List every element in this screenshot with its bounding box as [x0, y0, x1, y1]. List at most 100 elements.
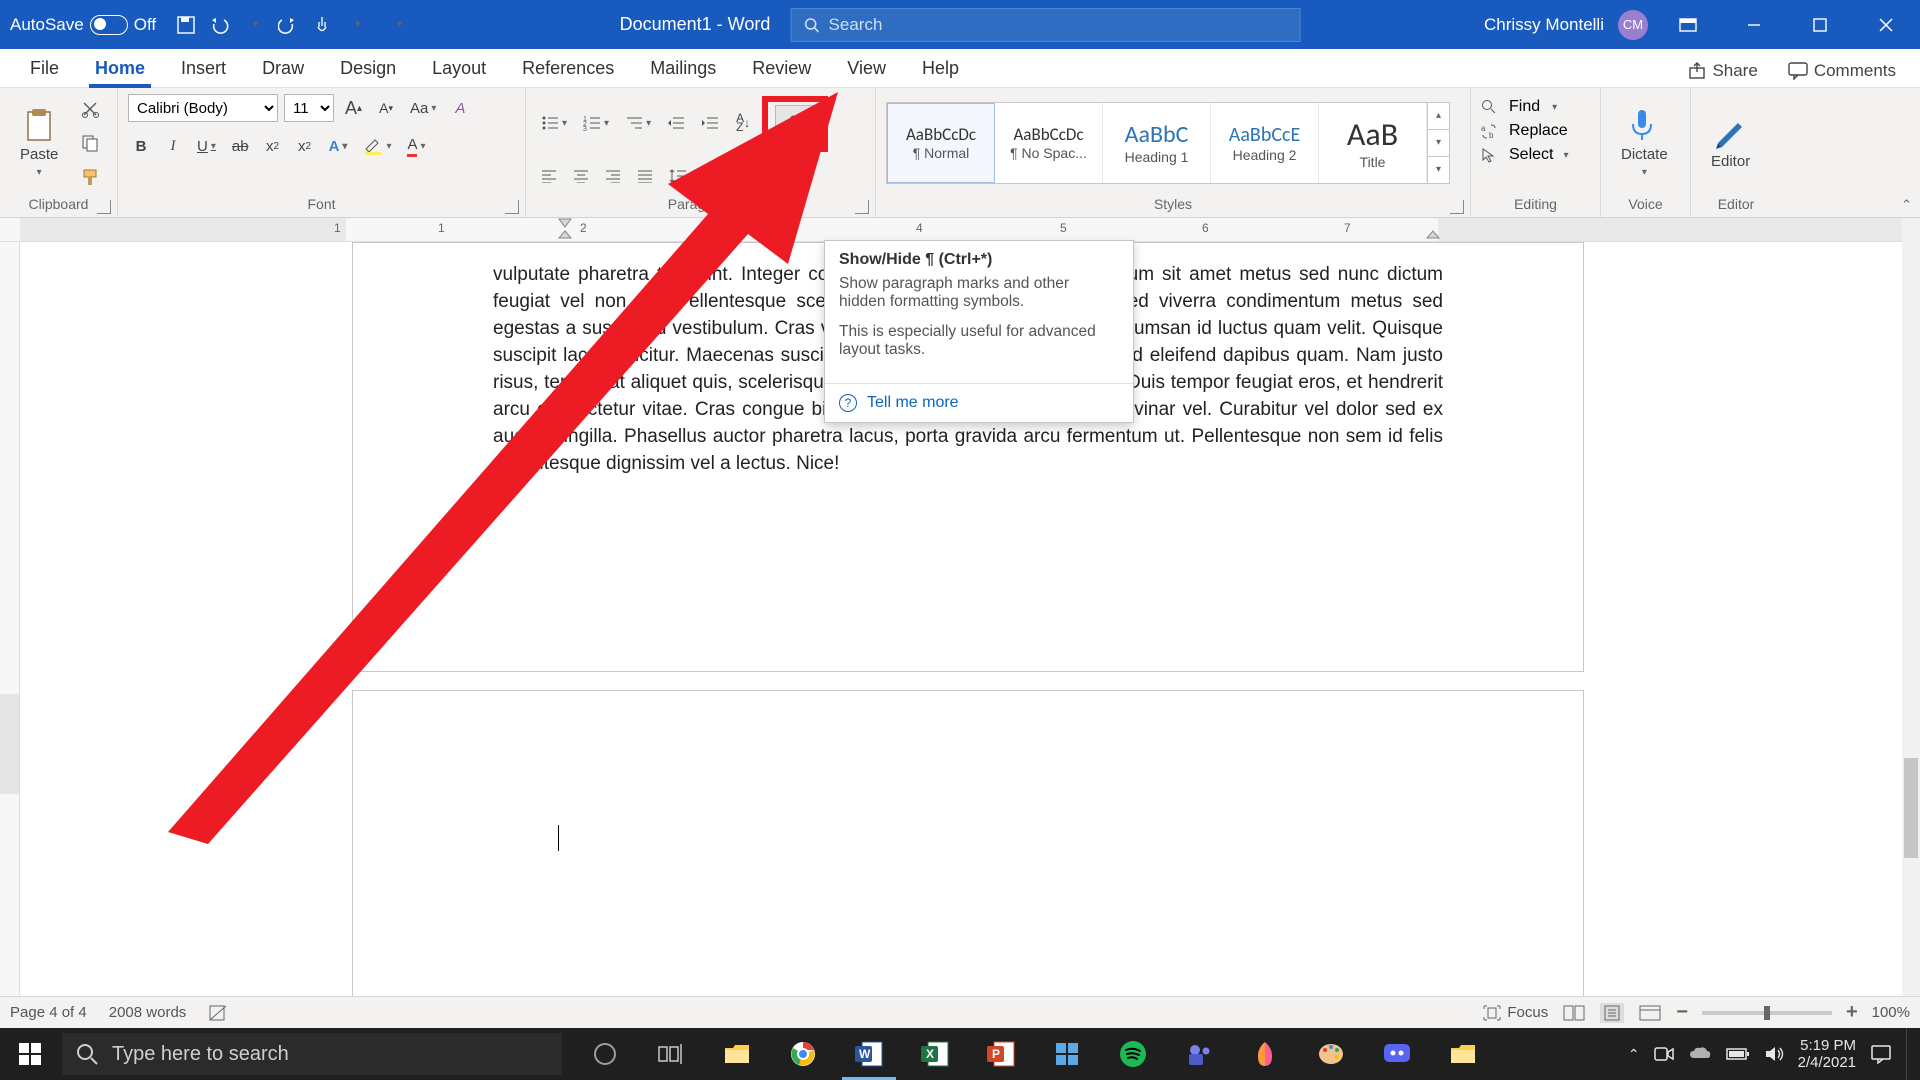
sort-button[interactable]: AZ↓ [730, 109, 756, 137]
scrollbar-thumb[interactable] [1904, 758, 1918, 858]
format-painter-button[interactable] [76, 163, 104, 191]
onedrive-icon[interactable] [1688, 1046, 1712, 1062]
word-icon[interactable]: W [836, 1028, 902, 1080]
paint3d-icon[interactable] [1232, 1028, 1298, 1080]
bold-button[interactable]: B [128, 132, 154, 160]
replace-button[interactable]: abReplace [1481, 122, 1568, 140]
volume-icon[interactable] [1764, 1045, 1784, 1063]
tab-mailings[interactable]: Mailings [632, 50, 734, 87]
maximize-button[interactable] [1794, 0, 1846, 49]
align-right-button[interactable] [600, 162, 626, 190]
action-center-icon[interactable] [1870, 1044, 1892, 1064]
vertical-ruler[interactable] [0, 242, 20, 1028]
file-explorer2-icon[interactable] [1430, 1028, 1496, 1080]
tab-view[interactable]: View [829, 50, 904, 87]
ribbon-display-icon[interactable] [1662, 0, 1714, 49]
multilevel-list-button[interactable] [620, 109, 656, 137]
share-button[interactable]: Share [1678, 55, 1767, 87]
cut-button[interactable] [76, 95, 104, 123]
clipboard-launcher-icon[interactable] [97, 200, 111, 214]
font-color-button[interactable]: A [402, 132, 430, 160]
touch-dropdown-icon[interactable] [346, 15, 366, 35]
autosave-toggle[interactable]: AutoSave Off [10, 15, 156, 35]
paragraph-launcher-icon[interactable] [855, 200, 869, 214]
styles-launcher-icon[interactable] [1450, 200, 1464, 214]
decrease-indent-button[interactable] [662, 109, 690, 137]
subscript-button[interactable]: x2 [260, 132, 286, 160]
undo-icon[interactable] [210, 15, 230, 35]
style-nospacing[interactable]: AaBbCcDc¶ No Spac... [995, 103, 1103, 183]
borders-button[interactable] [748, 162, 782, 190]
tooltip-tell-me-more[interactable]: ? Tell me more [825, 383, 1133, 422]
search-input[interactable] [829, 15, 1288, 35]
show-hide-paragraph-button[interactable]: ¶ [775, 105, 815, 143]
italic-button[interactable]: I [160, 132, 186, 160]
focus-mode-button[interactable]: Focus [1483, 1004, 1548, 1021]
task-view-icon[interactable] [638, 1028, 704, 1080]
calculator-icon[interactable] [1034, 1028, 1100, 1080]
style-normal[interactable]: AaBbCcDc¶ Normal [887, 103, 995, 183]
align-center-button[interactable] [568, 162, 594, 190]
shading-button[interactable] [706, 162, 742, 190]
spotify-icon[interactable] [1100, 1028, 1166, 1080]
web-layout-button[interactable] [1638, 1003, 1662, 1023]
clear-formatting-button[interactable]: A [447, 94, 473, 122]
excel-icon[interactable]: X [902, 1028, 968, 1080]
superscript-button[interactable]: x2 [292, 132, 318, 160]
styles-gallery-spinner[interactable]: ▴▾▾ [1427, 103, 1449, 183]
vertical-scrollbar[interactable] [1902, 218, 1920, 1028]
taskbar-clock[interactable]: 5:19 PM 2/4/2021 [1798, 1037, 1856, 1071]
dictate-button[interactable]: Dictate▾ [1611, 102, 1678, 184]
bullets-button[interactable] [536, 109, 572, 137]
styles-gallery[interactable]: AaBbCcDc¶ Normal AaBbCcDc¶ No Spac... Aa… [886, 102, 1450, 184]
user-name[interactable]: Chrissy Montelli [1484, 15, 1604, 35]
battery-icon[interactable] [1726, 1047, 1750, 1061]
collapse-ribbon-icon[interactable]: ⌃ [1901, 197, 1912, 213]
highlight-button[interactable] [358, 132, 396, 160]
text-effects-button[interactable]: A [324, 132, 353, 160]
print-layout-button[interactable] [1600, 1003, 1624, 1023]
style-title[interactable]: AaBTitle [1319, 103, 1427, 183]
minimize-button[interactable] [1728, 0, 1780, 49]
editor-button[interactable]: Editor [1701, 109, 1760, 176]
paste-button[interactable]: Paste ▾ [10, 102, 68, 184]
show-desktop-button[interactable] [1906, 1028, 1912, 1080]
cortana-icon[interactable] [572, 1028, 638, 1080]
strikethrough-button[interactable]: ab [227, 132, 254, 160]
copy-button[interactable] [76, 129, 104, 157]
close-button[interactable] [1860, 0, 1912, 49]
undo-dropdown-icon[interactable] [244, 15, 264, 35]
discord-icon[interactable] [1364, 1028, 1430, 1080]
increase-indent-button[interactable] [696, 109, 724, 137]
touch-mode-icon[interactable] [312, 15, 332, 35]
chrome-icon[interactable] [770, 1028, 836, 1080]
meet-now-icon[interactable] [1654, 1046, 1674, 1062]
read-mode-button[interactable] [1562, 1003, 1586, 1023]
change-case-button[interactable]: Aa [405, 94, 441, 122]
zoom-in-button[interactable]: + [1846, 1001, 1858, 1024]
tab-references[interactable]: References [504, 50, 632, 87]
line-spacing-button[interactable] [664, 162, 700, 190]
spell-check-icon[interactable] [208, 1004, 228, 1022]
tray-overflow-icon[interactable]: ⌃ [1628, 1046, 1640, 1063]
style-heading2[interactable]: AaBbCcEHeading 2 [1211, 103, 1319, 183]
font-launcher-icon[interactable] [505, 200, 519, 214]
taskbar-search[interactable]: Type here to search [62, 1033, 562, 1075]
tab-design[interactable]: Design [322, 50, 414, 87]
search-box[interactable] [790, 8, 1300, 42]
page-indicator[interactable]: Page 4 of 4 [10, 1004, 87, 1021]
font-size-combo[interactable]: 11 [284, 94, 334, 122]
zoom-slider[interactable] [1702, 1011, 1832, 1015]
horizontal-ruler[interactable]: 1 1 2 3 4 5 6 7 [0, 218, 1902, 242]
select-button[interactable]: Select▾ [1481, 146, 1569, 164]
zoom-level[interactable]: 100% [1872, 1004, 1910, 1021]
comments-button[interactable]: Comments [1778, 55, 1906, 87]
numbering-button[interactable]: 123 [578, 109, 614, 137]
tab-layout[interactable]: Layout [414, 50, 504, 87]
style-heading1[interactable]: AaBbCHeading 1 [1103, 103, 1211, 183]
file-explorer-icon[interactable] [704, 1028, 770, 1080]
grow-font-button[interactable]: A▴ [340, 94, 367, 122]
tab-insert[interactable]: Insert [163, 50, 244, 87]
tab-file[interactable]: File [12, 50, 77, 87]
tab-draw[interactable]: Draw [244, 50, 322, 87]
